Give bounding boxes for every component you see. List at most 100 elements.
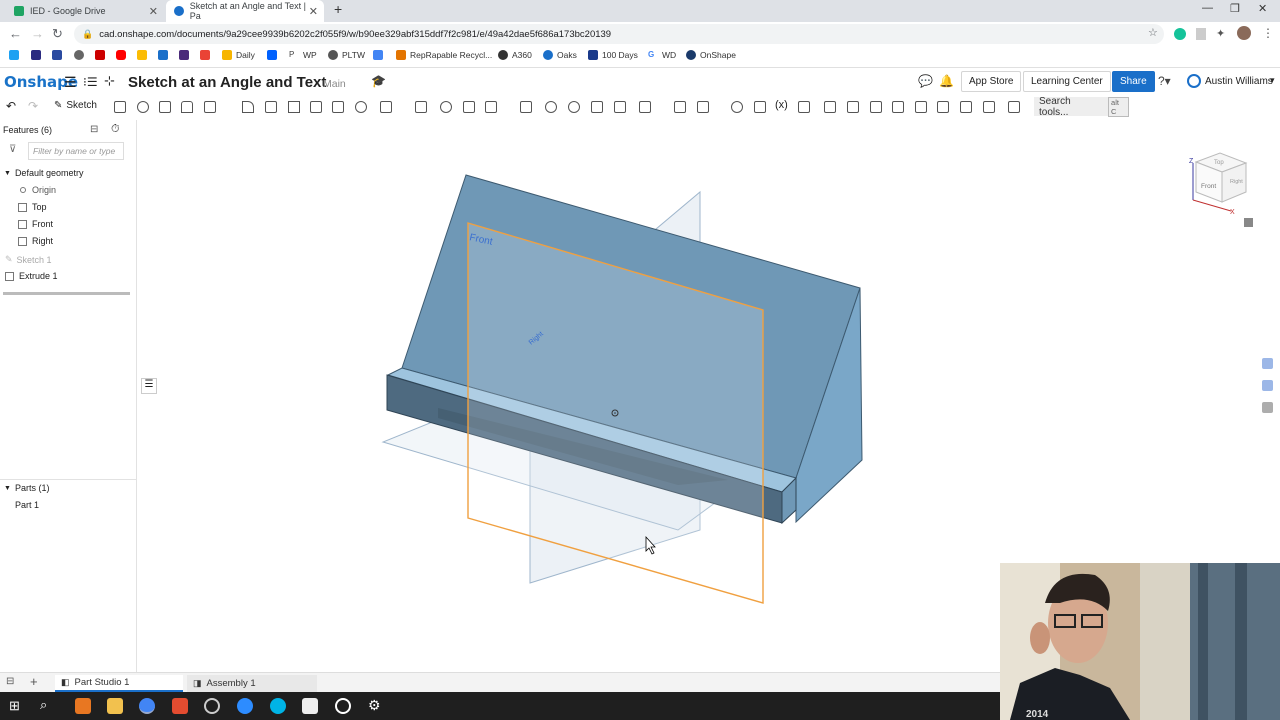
function-icon[interactable]: (x) (775, 99, 788, 111)
helix-icon[interactable] (697, 101, 709, 113)
user-avatar-icon[interactable] (1187, 74, 1201, 88)
collapse-chevron-icon[interactable]: ▼ (4, 170, 11, 177)
boolean-icon[interactable] (440, 101, 452, 113)
app-store-button[interactable]: App Store (961, 71, 1022, 92)
close-tab-icon[interactable]: ✕ (149, 5, 158, 18)
shell-icon[interactable] (332, 101, 344, 113)
view-cube[interactable]: Top Front Right Z X (1189, 152, 1248, 216)
add-custom-feature-icon[interactable] (1008, 101, 1020, 113)
folder-icon[interactable]: ⊟ (90, 124, 98, 135)
move-face-icon[interactable] (568, 101, 580, 113)
joint-icon[interactable] (937, 101, 949, 113)
plane-icon[interactable] (639, 101, 651, 113)
comments-icon[interactable]: 💬 (918, 74, 933, 88)
settings-gear-icon[interactable]: ⚙ (368, 697, 381, 714)
chrome-icon[interactable] (139, 698, 155, 714)
app-icon-f[interactable] (75, 698, 91, 714)
tab-onshape[interactable]: Sketch at an Angle and Text | Pa ✕ (166, 0, 324, 22)
thicken-icon[interactable] (204, 101, 216, 113)
restore-icon[interactable]: ❐ (1230, 2, 1240, 15)
puzzle-icon[interactable]: ✦ (1216, 27, 1225, 40)
app-icon-s[interactable] (172, 698, 188, 714)
form-icon[interactable] (915, 101, 927, 113)
bookmark-icon[interactable] (179, 50, 193, 60)
screen-capture-icon[interactable] (302, 698, 318, 714)
insert-icon[interactable]: ⊹ (104, 73, 115, 89)
fillet-icon[interactable] (242, 101, 254, 113)
add-tab-icon[interactable]: + (30, 674, 38, 689)
rib-icon[interactable] (310, 101, 322, 113)
feature-extrude-1[interactable]: Extrude 1 (5, 271, 58, 281)
user-menu-chevron-icon[interactable]: ▾ (1270, 75, 1275, 86)
rollback-bar[interactable] (3, 292, 130, 295)
frame-icon[interactable] (754, 101, 766, 113)
tab-assembly-1[interactable]: ◨ Assembly 1 (187, 675, 317, 692)
bookmark-100-days[interactable]: 100 Days (588, 50, 638, 60)
document-title[interactable]: Sketch at an Angle and Text (128, 74, 326, 91)
modify-fillet-icon[interactable] (545, 101, 557, 113)
help-icon[interactable]: ?▾ (1158, 74, 1171, 88)
close-tab-icon[interactable]: ✕ (309, 5, 318, 18)
offset-surface-icon[interactable] (614, 101, 626, 113)
loft-icon[interactable] (181, 101, 193, 113)
draft-icon[interactable] (288, 101, 300, 113)
flange-icon[interactable] (824, 101, 836, 113)
forward-icon[interactable]: → (31, 26, 44, 41)
redo-icon[interactable]: ↷ (28, 99, 38, 113)
feature-top-plane[interactable]: Top (18, 202, 47, 212)
extension-icon[interactable] (1196, 28, 1206, 40)
grammarly-icon[interactable] (1174, 28, 1186, 40)
bookmark-icon[interactable] (31, 50, 45, 60)
appearance-icon[interactable] (1262, 358, 1273, 369)
docs-icon[interactable] (373, 50, 387, 60)
dropbox-icon[interactable] (267, 50, 281, 60)
unfold-icon[interactable] (983, 101, 995, 113)
bookmark-onshape[interactable]: OnShape (686, 50, 736, 60)
delete-part-icon[interactable] (520, 101, 532, 113)
search-tools-input[interactable]: Search tools... alt C (1034, 96, 1129, 118)
transform-icon[interactable] (485, 101, 497, 113)
graduation-cap-icon[interactable]: 🎓 (371, 74, 386, 88)
replace-face-icon[interactable] (591, 101, 603, 113)
configurations-icon[interactable] (1262, 402, 1273, 413)
default-geometry-group[interactable]: ▼ Default geometry (4, 168, 83, 178)
collapse-chevron-icon[interactable]: ▼ (4, 485, 11, 492)
split-icon[interactable] (463, 101, 475, 113)
learning-center-button[interactable]: Learning Center (1023, 71, 1111, 92)
notifications-icon[interactable]: 🔔 (939, 74, 954, 88)
extrude-icon[interactable] (114, 101, 126, 113)
section-view-icon[interactable] (1262, 380, 1273, 391)
url-field[interactable]: 🔒 cad.onshape.com/documents/9a29cee9939b… (74, 24, 1164, 44)
undo-icon[interactable]: ↶ (6, 99, 16, 113)
twitter-icon[interactable] (9, 50, 23, 60)
part-item[interactable]: Part 1 (15, 500, 39, 510)
finish-sheet-metal-icon[interactable] (960, 101, 972, 113)
hamburger-menu-icon[interactable]: ☰ (64, 74, 77, 91)
bookmark-oaks[interactable]: Oaks (543, 50, 577, 60)
plus-icon[interactable] (95, 50, 109, 60)
bookmark-s-icon[interactable] (158, 50, 172, 60)
feature-origin[interactable]: Origin (20, 185, 56, 195)
tab-icon[interactable] (847, 101, 859, 113)
tab-google-drive[interactable]: IED - Google Drive ✕ (6, 0, 164, 22)
zoom-icon[interactable] (237, 698, 253, 714)
mirror-icon[interactable] (415, 101, 427, 113)
pattern-icon[interactable] (380, 101, 392, 113)
sheet-metal-icon[interactable] (798, 101, 810, 113)
star-icon[interactable]: ☆ (1148, 26, 1158, 39)
view-options-icon[interactable] (1244, 218, 1253, 227)
app-icon[interactable] (335, 698, 351, 714)
bookmark-pltw[interactable]: PLTW (328, 50, 365, 60)
drive-icon[interactable] (137, 50, 151, 60)
gmail-icon[interactable] (200, 50, 214, 60)
feature-sketch-1[interactable]: ✎ Sketch 1 (5, 254, 52, 265)
obs-icon[interactable] (204, 698, 220, 714)
sweep-icon[interactable] (159, 101, 171, 113)
chamfer-icon[interactable] (265, 101, 277, 113)
corner-icon[interactable] (870, 101, 882, 113)
bookmark-wp[interactable]: P WP (289, 50, 317, 60)
bookmark-p-icon[interactable] (52, 50, 66, 60)
bookmark-reprapable[interactable]: RepRapable Recycl... (396, 50, 492, 60)
tab-list-icon[interactable]: ⊟ (6, 676, 14, 687)
bookmark-wd[interactable]: G WD (648, 50, 676, 60)
